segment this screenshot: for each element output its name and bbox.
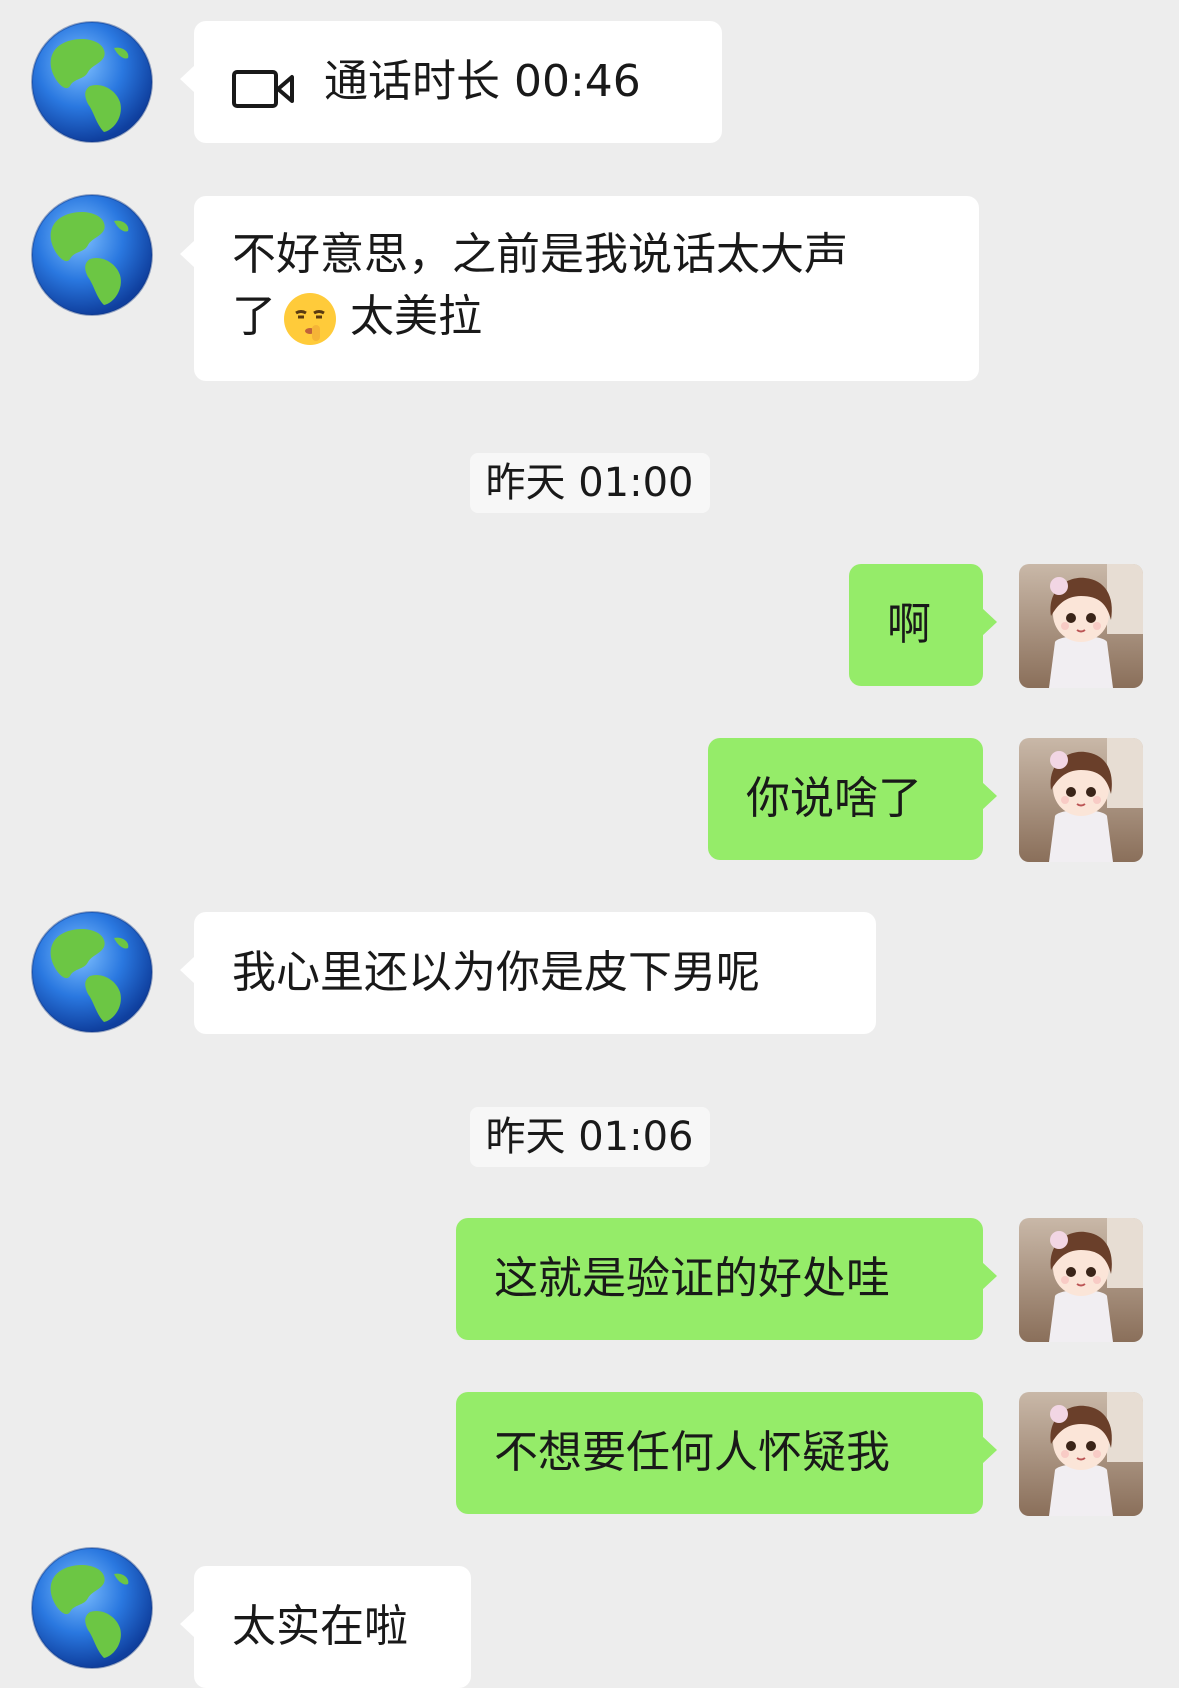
doll-girl-avatar-image bbox=[1019, 738, 1143, 862]
globe-avatar-image bbox=[30, 193, 154, 317]
message-bubble[interactable]: 不好意思，之前是我说话太大声 了 太美拉 bbox=[180, 196, 979, 381]
doll-girl-avatar-image bbox=[1019, 564, 1143, 688]
message-bubble[interactable]: 你说啥了 bbox=[708, 738, 997, 860]
globe-avatar-image bbox=[30, 910, 154, 1034]
call-duration-text: 通话时长 00:46 bbox=[324, 56, 641, 107]
message-bubble[interactable]: 啊 bbox=[849, 564, 997, 686]
contact-avatar[interactable] bbox=[30, 20, 154, 144]
doll-girl-avatar-image bbox=[1019, 1392, 1143, 1516]
self-avatar[interactable] bbox=[1019, 564, 1143, 688]
shushing-face-emoji-icon bbox=[282, 291, 338, 347]
message-text: 太美拉 bbox=[350, 291, 482, 342]
message-text: 了 bbox=[232, 291, 276, 342]
contact-avatar[interactable] bbox=[30, 910, 154, 1034]
contact-avatar[interactable] bbox=[30, 193, 154, 317]
message-text: 这就是验证的好处哇 bbox=[494, 1253, 890, 1304]
message-bubble[interactable]: 这就是验证的好处哇 bbox=[456, 1218, 997, 1340]
timestamp: 昨天 01:00 bbox=[469, 453, 710, 513]
message-bubble[interactable]: 不想要任何人怀疑我 bbox=[456, 1392, 997, 1514]
message-bubble[interactable]: 太实在啦 bbox=[180, 1566, 471, 1688]
message-text: 你说啥了 bbox=[746, 773, 922, 824]
message-text: 不想要任何人怀疑我 bbox=[494, 1427, 890, 1478]
message-text-line: 不好意思，之前是我说话太大声 bbox=[232, 229, 848, 280]
globe-avatar-image bbox=[30, 20, 154, 144]
self-avatar[interactable] bbox=[1019, 1392, 1143, 1516]
message-text: 啊 bbox=[887, 599, 931, 650]
call-record-bubble[interactable]: 通话时长 00:46 bbox=[180, 21, 722, 143]
video-camera-icon bbox=[232, 64, 296, 108]
self-avatar[interactable] bbox=[1019, 1218, 1143, 1342]
doll-girl-avatar-image bbox=[1019, 1218, 1143, 1342]
message-bubble[interactable]: 我心里还以为你是皮下男呢 bbox=[180, 912, 876, 1034]
message-text: 我心里还以为你是皮下男呢 bbox=[232, 947, 760, 998]
self-avatar[interactable] bbox=[1019, 738, 1143, 862]
message-text-line: 了 太美拉 bbox=[232, 286, 941, 348]
message-text: 太实在啦 bbox=[232, 1601, 408, 1652]
timestamp: 昨天 01:06 bbox=[469, 1107, 710, 1167]
globe-avatar-image bbox=[30, 1546, 154, 1670]
contact-avatar[interactable] bbox=[30, 1546, 154, 1670]
